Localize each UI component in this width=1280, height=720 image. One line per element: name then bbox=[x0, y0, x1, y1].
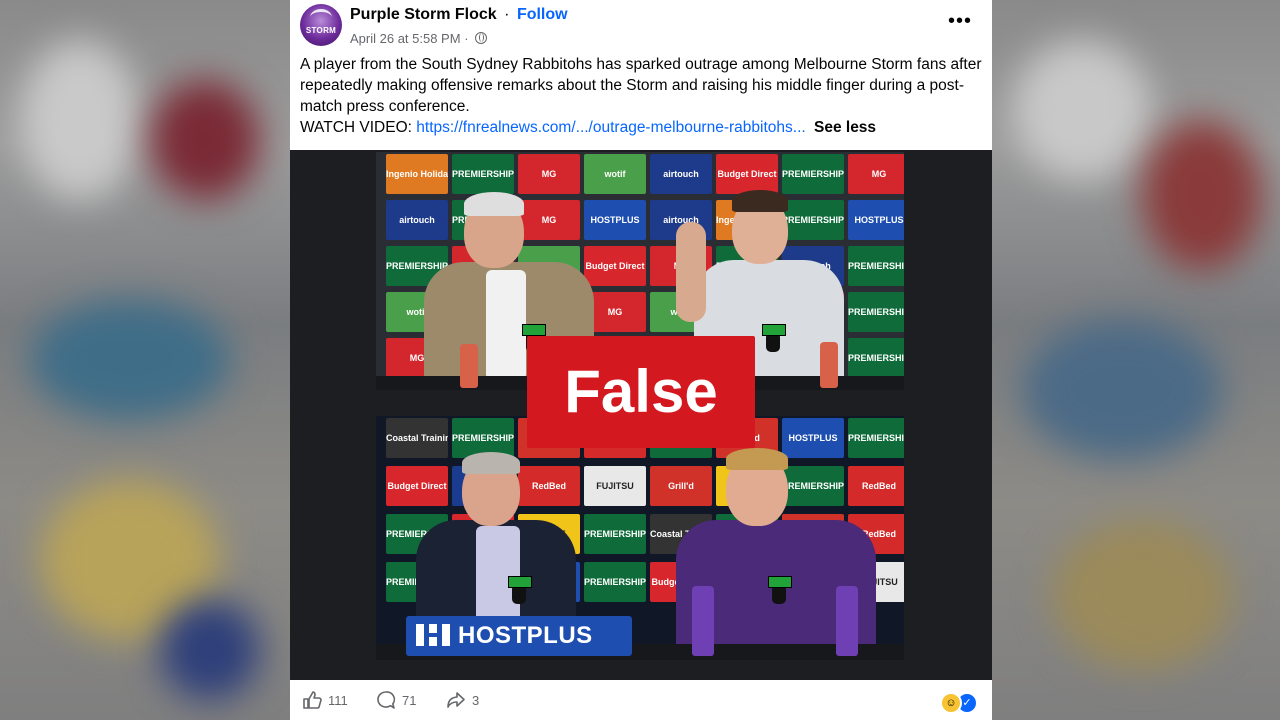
sponsor-tile: PREMIERSHIP bbox=[782, 466, 844, 506]
sponsor-tile: Grill'd bbox=[650, 466, 712, 506]
hostplus-logo-icon bbox=[416, 624, 450, 646]
sponsor-tile: RedBed bbox=[518, 466, 580, 506]
sponsor-tile: PREMIERSHIP bbox=[584, 562, 646, 602]
watch-line: WATCH VIDEO: https://fnrealnews.com/.../… bbox=[300, 117, 982, 138]
share-count: 3 bbox=[472, 693, 480, 708]
page-avatar[interactable]: STORM bbox=[300, 4, 342, 46]
sponsor-tile: PREMIERSHIP bbox=[848, 418, 904, 458]
share-arrow-icon bbox=[447, 692, 465, 708]
background-blur-right bbox=[992, 0, 1280, 720]
comment-button[interactable]: 71 bbox=[376, 690, 416, 712]
background-blur-left bbox=[0, 0, 290, 720]
storm-logo-icon bbox=[310, 9, 332, 26]
speech-bubble-icon bbox=[377, 691, 396, 709]
sponsor-tile: airtouch bbox=[386, 200, 448, 240]
sponsor-tile: PREMIERSHIP bbox=[452, 154, 514, 194]
post-text: A player from the South Sydney Rabbitohs… bbox=[300, 54, 982, 138]
drink-bottle bbox=[460, 344, 478, 388]
sponsor-tile: PREMIERSHIP bbox=[782, 154, 844, 194]
sponsor-tile: airtouch bbox=[650, 154, 712, 194]
watch-prefix: WATCH VIDEO: bbox=[300, 119, 412, 136]
page-name-line: Purple Storm Flock · Follow bbox=[350, 6, 568, 24]
post-header: STORM Purple Storm Flock · Follow April … bbox=[300, 4, 982, 48]
sponsor-tile: HOSTPLUS bbox=[848, 200, 904, 240]
like-count: 111 bbox=[328, 693, 348, 708]
sponsor-tile: PREMIERSHIP bbox=[782, 200, 844, 240]
false-rating-label: False bbox=[527, 336, 755, 448]
drink-bottle bbox=[836, 586, 858, 656]
post-meta: April 26 at 5:58 PM · bbox=[350, 31, 488, 46]
post-body: A player from the South Sydney Rabbitohs… bbox=[300, 56, 982, 115]
more-options-icon[interactable]: ••• bbox=[946, 11, 974, 32]
meta-separator: · bbox=[464, 31, 469, 46]
sponsor-tile: PREMIERSHIP bbox=[584, 514, 646, 554]
facebook-post: STORM Purple Storm Flock · Follow April … bbox=[290, 0, 992, 720]
sponsor-tile: HOSTPLUS bbox=[782, 418, 844, 458]
mic-flag bbox=[762, 324, 786, 336]
sponsor-tile: PREMIERSHIP bbox=[848, 338, 904, 378]
sponsor-tile: Budget Direct bbox=[386, 466, 448, 506]
sponsor-tile: Coastal Training bbox=[386, 418, 448, 458]
mic-flag bbox=[508, 576, 532, 588]
mic-flag bbox=[768, 576, 792, 588]
haha-emoji-icon: ☺ bbox=[940, 692, 962, 714]
thumbs-up-icon bbox=[303, 691, 322, 709]
video-link[interactable]: https://fnrealnews.com/.../outrage-melbo… bbox=[416, 119, 805, 136]
follow-button[interactable]: Follow bbox=[517, 6, 568, 23]
sponsor-tile: FUJITSU bbox=[584, 466, 646, 506]
sponsor-tile: PREMIERSHIP bbox=[848, 292, 904, 332]
hostplus-text: HOSTPLUS bbox=[458, 622, 593, 649]
sponsor-tile: MG bbox=[848, 154, 904, 194]
post-image[interactable]: Ingenio Holiday ParksPREMIERSHIPMGwotifa… bbox=[290, 150, 992, 680]
name-separator: · bbox=[504, 6, 510, 23]
hostplus-sign: HOSTPLUS bbox=[406, 616, 632, 656]
sponsor-tile: MG bbox=[518, 200, 580, 240]
drink-bottle bbox=[692, 586, 714, 656]
page-name[interactable]: Purple Storm Flock bbox=[350, 6, 497, 23]
share-button[interactable]: 3 bbox=[446, 690, 479, 712]
post-timestamp[interactable]: April 26 at 5:58 PM bbox=[350, 31, 461, 46]
sponsor-tile: MG bbox=[518, 154, 580, 194]
sponsor-tile: HOSTPLUS bbox=[584, 200, 646, 240]
avatar-text: STORM bbox=[305, 26, 337, 35]
comment-count: 71 bbox=[402, 693, 417, 708]
drink-bottle bbox=[820, 342, 838, 388]
like-button[interactable]: 111 bbox=[302, 690, 348, 712]
sponsor-tile: Budget Direct bbox=[716, 154, 778, 194]
sponsor-tile: PREMIERSHIP bbox=[848, 246, 904, 286]
see-less-button[interactable]: See less bbox=[814, 119, 876, 136]
sponsor-tile: Ingenio Holiday Parks bbox=[386, 154, 448, 194]
press-conference-bottom: Coastal TrainingPREMIERSHIPGrill'dRedBed… bbox=[376, 416, 904, 660]
post-actions: 111 71 3 ☺ ✓ bbox=[290, 680, 992, 720]
reaction-summary[interactable]: ☺ ✓ bbox=[940, 692, 980, 714]
globe-icon bbox=[475, 32, 488, 44]
sponsor-tile: RedBed bbox=[848, 466, 904, 506]
sponsor-tile: Budget Direct bbox=[584, 246, 646, 286]
mic-flag bbox=[522, 324, 546, 336]
sponsor-tile: wotif bbox=[584, 154, 646, 194]
